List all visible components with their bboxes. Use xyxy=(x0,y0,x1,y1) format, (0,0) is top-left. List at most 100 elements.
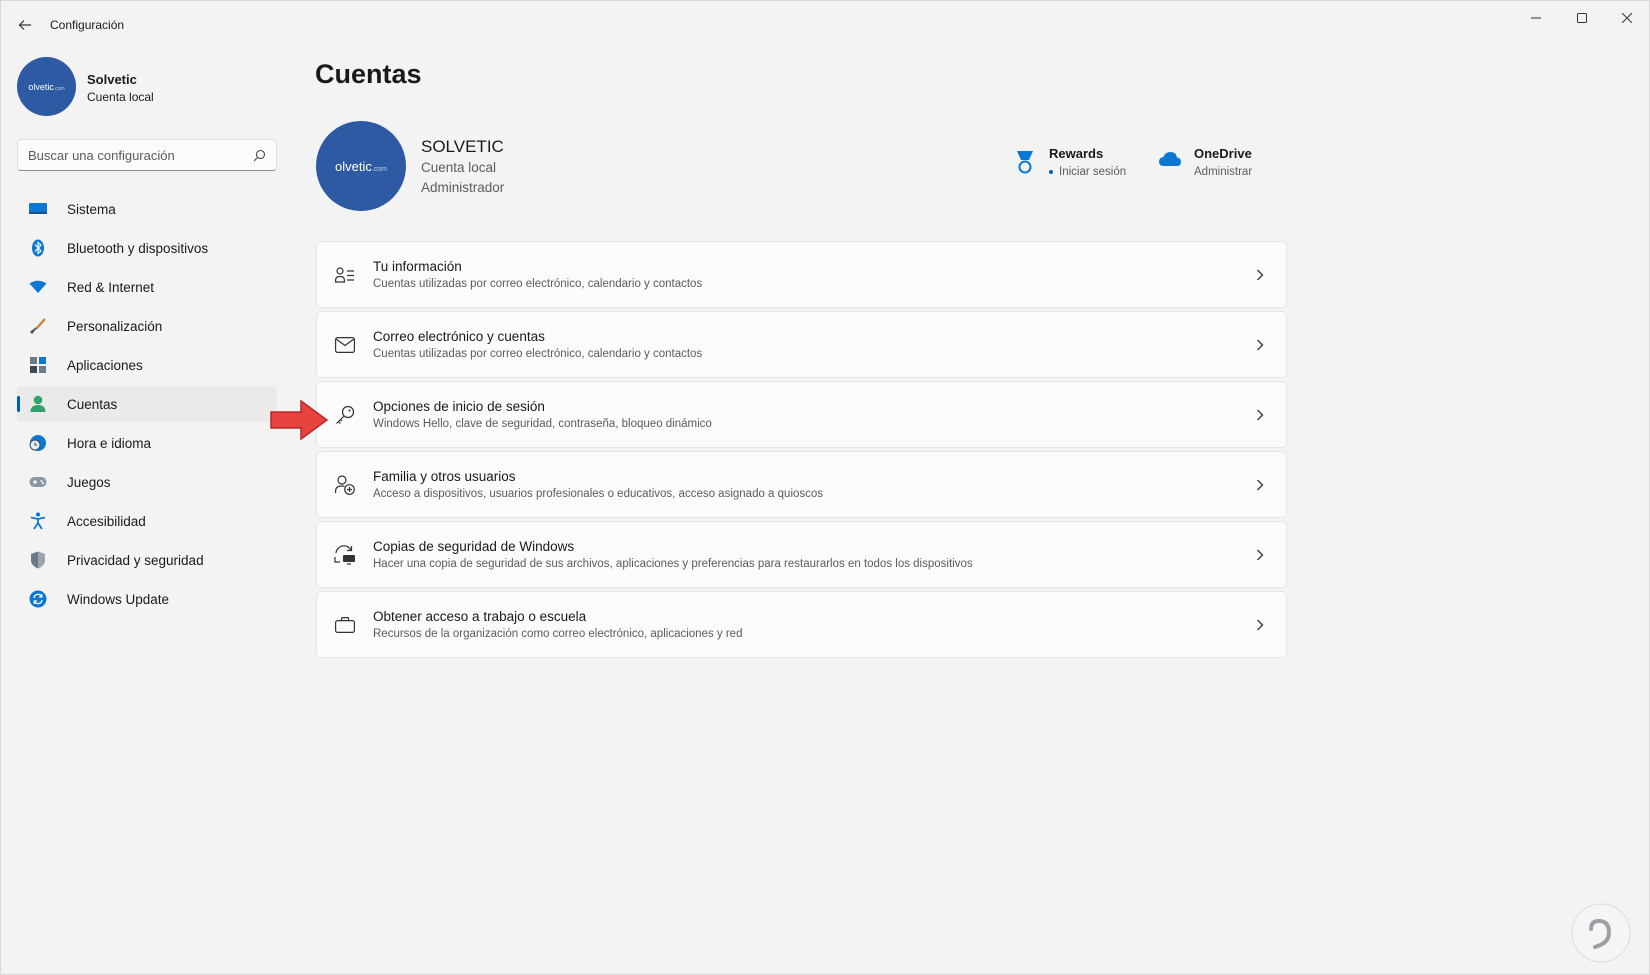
onedrive-subtitle: Administrar xyxy=(1194,166,1253,178)
update-icon xyxy=(29,590,47,608)
page-title: Cuentas xyxy=(315,59,422,89)
profile-account-type: Cuenta local xyxy=(421,160,497,175)
sidebar-item-label: Bluetooth y dispositivos xyxy=(67,240,209,256)
bluetooth-icon xyxy=(29,239,47,257)
sidebar-item-label: Cuentas xyxy=(67,396,118,412)
card-title: Tu información xyxy=(373,259,462,274)
close-icon xyxy=(1622,13,1632,23)
globe-clock-icon xyxy=(29,434,47,452)
shield-icon xyxy=(29,551,47,569)
card-description: Acceso a dispositivos, usuarios profesio… xyxy=(373,488,824,500)
sidebar-item-juegos[interactable]: Juegos xyxy=(17,464,277,500)
avatar-logo-text: olvetic xyxy=(28,81,54,92)
monitor-icon xyxy=(29,200,47,218)
sidebar-item-hora[interactable]: Hora e idioma xyxy=(17,425,277,461)
onedrive-link[interactable]: OneDrive Administrar xyxy=(1158,146,1252,178)
chevron-right-icon xyxy=(1252,617,1268,633)
maximize-button[interactable] xyxy=(1559,1,1605,35)
sidebar-item-bluetooth[interactable]: Bluetooth y dispositivos xyxy=(17,230,277,266)
key-icon xyxy=(333,403,357,427)
apps-icon xyxy=(29,356,47,374)
sidebar-item-cuentas[interactable]: Cuentas xyxy=(17,386,277,422)
sidebar-item-label: Windows Update xyxy=(67,591,170,607)
rewards-subtitle-text: Iniciar sesión xyxy=(1059,166,1127,178)
chevron-right-icon xyxy=(1252,267,1268,283)
sidebar-item-label: Red & Internet xyxy=(67,279,155,295)
card-copias-seguridad[interactable]: Copias de seguridad de Windows Hacer una… xyxy=(316,521,1287,588)
sidebar-item-sistema[interactable]: Sistema xyxy=(17,191,277,227)
profile-role: Administrador xyxy=(421,180,505,195)
card-title: Copias de seguridad de Windows xyxy=(373,539,575,554)
cloud-icon xyxy=(1158,150,1182,174)
person-icon xyxy=(29,395,47,413)
user-name: Solvetic xyxy=(87,72,137,87)
user-account-type: Cuenta local xyxy=(87,90,154,104)
mail-icon xyxy=(333,333,357,357)
card-title: Obtener acceso a trabajo o escuela xyxy=(373,609,587,624)
sidebar-item-aplicaciones[interactable]: Aplicaciones xyxy=(17,347,277,383)
chevron-right-icon xyxy=(1252,547,1268,563)
person-add-icon xyxy=(333,473,357,497)
watermark-logo xyxy=(1571,903,1631,968)
sidebar-item-windows-update[interactable]: Windows Update xyxy=(17,581,277,617)
title-bar: Configuración xyxy=(1,1,1649,49)
app-title: Configuración xyxy=(50,18,125,32)
minimize-button[interactable] xyxy=(1513,1,1559,35)
card-opciones-inicio-sesion[interactable]: Opciones de inicio de sesión Windows Hel… xyxy=(316,381,1287,448)
medal-icon xyxy=(1013,150,1037,174)
back-button[interactable] xyxy=(13,13,37,37)
avatar-logo-suffix: .com xyxy=(53,85,65,92)
profile-avatar-logo: olvetic.com xyxy=(335,159,387,174)
wifi-icon xyxy=(29,278,47,296)
window-controls xyxy=(1513,1,1649,35)
profile-avatar-logo-suffix: .com xyxy=(371,165,388,173)
card-title: Opciones de inicio de sesión xyxy=(373,399,545,414)
sidebar-item-personalizacion[interactable]: Personalización xyxy=(17,308,277,344)
sidebar-item-label: Accesibilidad xyxy=(67,513,146,529)
gamepad-icon xyxy=(29,473,47,491)
rewards-link[interactable]: Rewards Iniciar sesión xyxy=(1013,146,1126,178)
card-description: Hacer una copia de seguridad de sus arch… xyxy=(373,558,973,570)
chevron-right-icon xyxy=(1252,477,1268,493)
minimize-icon xyxy=(1531,17,1541,19)
brush-icon xyxy=(29,317,47,335)
close-button[interactable] xyxy=(1605,1,1649,35)
search-input[interactable] xyxy=(28,147,253,163)
card-description: Cuentas utilizadas por correo electrónic… xyxy=(373,278,703,290)
sidebar-item-label: Privacidad y seguridad xyxy=(67,552,204,568)
accessibility-icon xyxy=(29,512,47,530)
chevron-right-icon xyxy=(1252,337,1268,353)
avatar-logo: olvetic.com xyxy=(28,82,64,92)
settings-window: Configuración olvetic.com Solvetic Cuent… xyxy=(0,0,1650,975)
maximize-icon xyxy=(1577,13,1587,23)
avatar[interactable]: olvetic.com xyxy=(17,57,76,116)
sidebar-item-privacidad[interactable]: Privacidad y seguridad xyxy=(17,542,277,578)
card-description: Windows Hello, clave de seguridad, contr… xyxy=(373,418,712,430)
card-correo[interactable]: Correo electrónico y cuentas Cuentas uti… xyxy=(316,311,1287,378)
sidebar-item-label: Aplicaciones xyxy=(67,357,143,373)
card-trabajo-escuela[interactable]: Obtener acceso a trabajo o escuela Recur… xyxy=(316,591,1287,658)
sidebar-item-accesibilidad[interactable]: Accesibilidad xyxy=(17,503,277,539)
card-familia[interactable]: Familia y otros usuarios Acceso a dispos… xyxy=(316,451,1287,518)
sidebar-item-label: Sistema xyxy=(67,201,116,217)
sidebar-item-label: Hora e idioma xyxy=(67,435,152,451)
search-box[interactable] xyxy=(17,139,277,171)
profile-name: SOLVETIC xyxy=(421,137,504,156)
sidebar-nav: Sistema Bluetooth y dispositivos Red & I… xyxy=(17,191,277,620)
card-description: Cuentas utilizadas por correo electrónic… xyxy=(373,348,703,360)
onedrive-title: OneDrive xyxy=(1194,146,1252,161)
profile-avatar[interactable]: olvetic.com xyxy=(316,121,406,211)
sidebar-item-label: Juegos xyxy=(67,474,111,490)
sidebar-item-red[interactable]: Red & Internet xyxy=(17,269,277,305)
rewards-title: Rewards xyxy=(1049,146,1104,161)
card-title: Familia y otros usuarios xyxy=(373,469,516,484)
briefcase-icon xyxy=(333,613,357,637)
card-tu-informacion[interactable]: Tu información Cuentas utilizadas por co… xyxy=(316,241,1287,308)
chevron-right-icon xyxy=(1252,407,1268,423)
sidebar-item-label: Personalización xyxy=(67,318,163,334)
search-icon xyxy=(253,149,266,161)
card-title: Correo electrónico y cuentas xyxy=(373,329,545,344)
backup-icon xyxy=(333,543,357,567)
rewards-subtitle: Iniciar sesión xyxy=(1049,166,1126,178)
card-description: Recursos de la organización como correo … xyxy=(373,628,743,640)
